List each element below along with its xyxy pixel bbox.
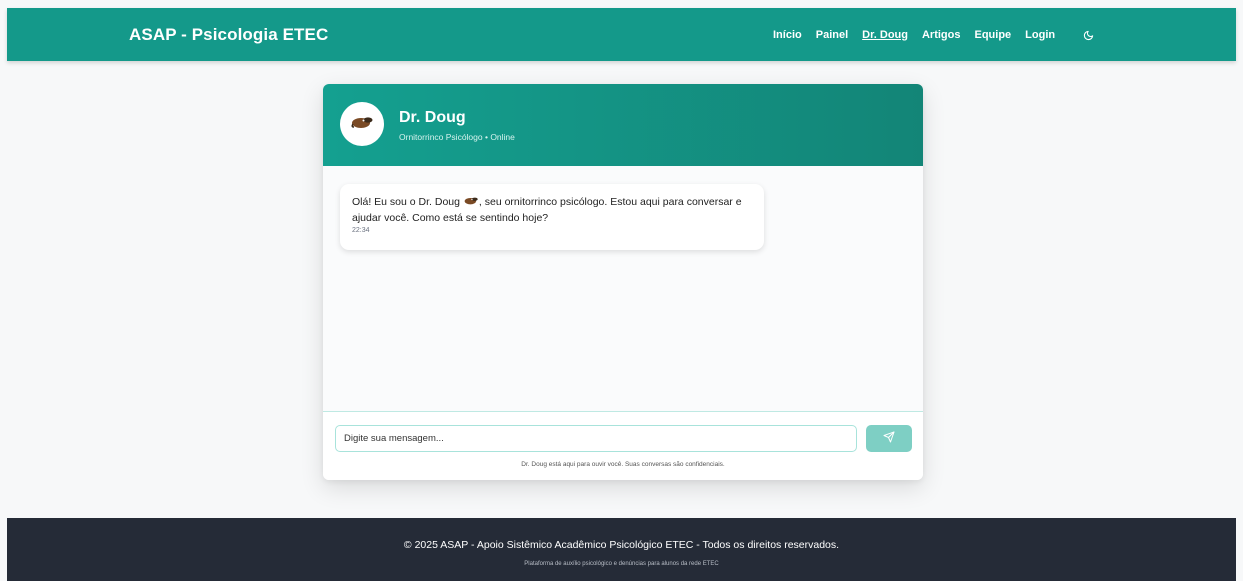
footer-tagline: Plataforma de auxílio psicológico e denú… — [524, 561, 719, 567]
platypus-icon — [351, 115, 373, 134]
message-bubble: Olá! Eu sou o Dr. Doug , seu ornitorrinc… — [340, 184, 764, 250]
main-nav: Início Painel Dr. Doug Artigos Equipe Lo… — [773, 28, 1095, 42]
privacy-note: Dr. Doug está aqui para ouvir você. Suas… — [521, 461, 725, 468]
platypus-emoji-icon — [464, 194, 478, 210]
message-list[interactable]: Olá! Eu sou o Dr. Doug , seu ornitorrinc… — [323, 166, 923, 412]
nav-link-dr-doug[interactable]: Dr. Doug — [862, 29, 908, 41]
send-button[interactable] — [866, 425, 912, 452]
message-composer: Dr. Doug está aqui para ouvir você. Suas… — [323, 411, 923, 480]
chat-title: Dr. Doug — [399, 109, 466, 126]
nav-link-inicio[interactable]: Início — [773, 29, 802, 41]
nav-link-painel[interactable]: Painel — [816, 29, 848, 41]
brand-logo-text[interactable]: ASAP - Psicologia ETEC — [129, 25, 328, 45]
nav-link-equipe[interactable]: Equipe — [974, 29, 1011, 41]
moon-icon[interactable] — [1081, 28, 1095, 42]
message-input[interactable] — [335, 425, 857, 452]
message-timestamp: 22:34 — [352, 227, 370, 235]
nav-link-login[interactable]: Login — [1025, 29, 1055, 41]
chat-header: Dr. Doug Ornitorrinco Psicólogo • Online — [323, 84, 923, 166]
top-navbar: ASAP - Psicologia ETEC Início Painel Dr.… — [7, 8, 1236, 61]
message-text: Olá! Eu sou o Dr. Doug , seu ornitorrinc… — [352, 194, 752, 226]
chat-card: Dr. Doug Ornitorrinco Psicólogo • Online… — [323, 84, 923, 480]
send-icon — [883, 431, 895, 446]
footer-copyright: © 2025 ASAP - Apoio Sistêmico Acadêmico … — [403, 539, 840, 551]
footer: © 2025 ASAP - Apoio Sistêmico Acadêmico … — [7, 518, 1236, 581]
chat-status: Ornitorrinco Psicólogo • Online — [399, 132, 515, 142]
page: ASAP - Psicologia ETEC Início Painel Dr.… — [0, 0, 1243, 581]
nav-link-artigos[interactable]: Artigos — [922, 29, 961, 41]
avatar — [340, 102, 384, 146]
message-text-start: Olá! Eu sou o Dr. Doug — [352, 196, 463, 208]
